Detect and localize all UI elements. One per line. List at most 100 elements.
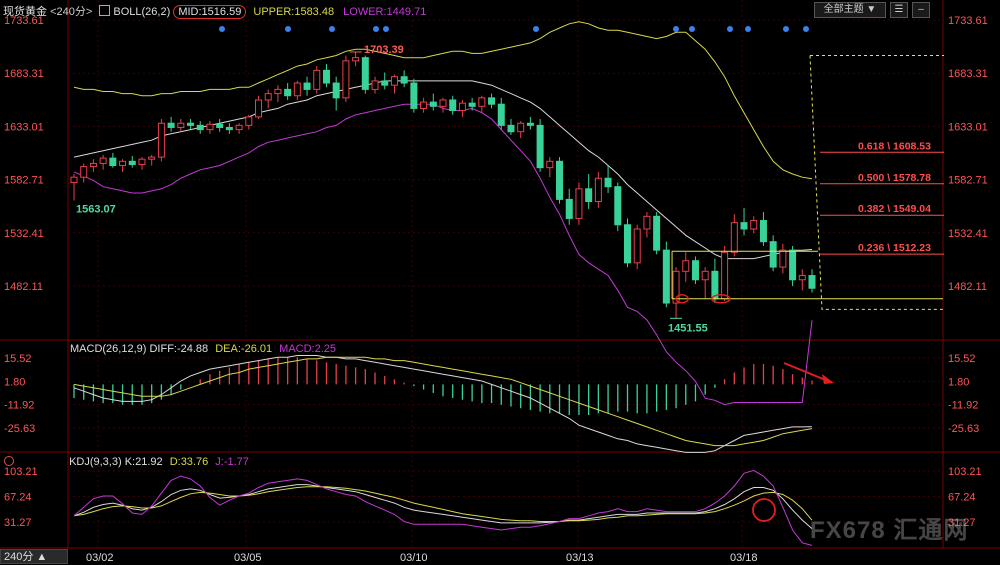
event-dot-icon xyxy=(219,26,225,32)
price-tick-label-right: 1582.71 xyxy=(948,175,988,187)
candle-body xyxy=(701,270,709,281)
kdj-settings-icon[interactable] xyxy=(4,456,14,466)
price-tick-label-left: 1683.31 xyxy=(4,68,44,80)
candle-body xyxy=(235,124,243,131)
event-dot-icon xyxy=(329,26,335,32)
candle-body xyxy=(808,275,816,289)
candle-body xyxy=(322,69,330,84)
candle-body xyxy=(594,177,602,203)
kdj-j-line xyxy=(73,469,813,546)
menu-button[interactable]: ☰ xyxy=(890,2,908,18)
candle-body xyxy=(138,158,146,165)
event-dot-icon xyxy=(373,26,379,32)
date-tick-label: 03/13 xyxy=(566,552,594,564)
kdj-k: K:21.92 xyxy=(124,456,163,468)
kdj-pane[interactable] xyxy=(73,469,813,546)
candle-body xyxy=(798,275,806,281)
candle-body xyxy=(216,123,224,128)
low-annotation-start: 1563.07 xyxy=(76,203,116,215)
fib-label: 0.236 \ 1512.23 xyxy=(858,242,931,254)
boll-label: BOLL(26,2) xyxy=(113,6,171,18)
candle-body xyxy=(303,82,311,90)
price-tick-label-right: 1683.31 xyxy=(948,68,988,80)
candle-body xyxy=(284,88,292,97)
candle-body xyxy=(361,57,369,90)
candle-body xyxy=(624,224,631,264)
macd-tick-label-left: 1.80 xyxy=(4,376,25,388)
candle-body xyxy=(439,99,447,107)
kdj-tick-label-right: 67.24 xyxy=(948,492,976,504)
candle-body xyxy=(536,124,544,169)
period-tab[interactable]: 240分 ▲ xyxy=(0,549,68,564)
candle-body xyxy=(789,249,797,281)
candle-body xyxy=(449,99,457,112)
candle-body xyxy=(80,166,88,178)
candle-body xyxy=(128,160,136,165)
price-header: 现货黄金 <240分> BOLL(26,2) MID:1516.59 UPPER… xyxy=(3,3,426,19)
event-dot-icon xyxy=(383,26,389,32)
event-dot-icon xyxy=(285,26,291,32)
candle-body xyxy=(458,102,466,112)
period-label: <240分> xyxy=(50,6,93,18)
event-dot-icon xyxy=(783,26,789,32)
candle-body xyxy=(488,97,496,105)
candle-body xyxy=(196,124,204,131)
candle-body xyxy=(556,160,564,200)
macd-header: MACD(26,12,9) DIFF:-24.88 DEA:-26.01 MAC… xyxy=(70,343,336,355)
high-annotation: 1703.39 xyxy=(364,44,404,56)
macd-dea-line xyxy=(73,356,813,447)
candle-body xyxy=(478,97,486,107)
fib-label: 0.382 \ 1549.04 xyxy=(858,203,931,215)
macd-tick-label-right: -11.92 xyxy=(948,400,978,412)
candle-body xyxy=(157,122,165,158)
candle-body xyxy=(332,82,340,99)
candle-body xyxy=(264,93,272,101)
theme-dropdown[interactable]: 全部主题 ▼ xyxy=(814,2,886,18)
candle-body xyxy=(293,82,301,97)
candle-body xyxy=(614,186,622,226)
price-tick-label-left: 1633.01 xyxy=(4,121,44,133)
candle-body xyxy=(371,80,379,90)
price-tick-label-left: 1532.41 xyxy=(4,228,44,240)
boll-lower-line xyxy=(73,103,813,406)
fib-label: 0.618 \ 1608.53 xyxy=(858,140,931,152)
event-dot-icon xyxy=(745,26,751,32)
minimize-button[interactable]: – xyxy=(912,2,930,18)
kdj-header: KDJ(9,3,3) K:21.92 D:33.76 J:-1.77 xyxy=(4,456,249,468)
kdj-j: J:-1.77 xyxy=(215,456,249,468)
candle-body xyxy=(274,88,282,95)
event-dot-icon xyxy=(803,26,809,32)
symbol-name: 现货黄金 xyxy=(3,6,47,18)
macd-tick-label-right: -25.63 xyxy=(948,423,979,435)
price-tick-label-right: 1733.61 xyxy=(948,15,988,27)
candle-body xyxy=(342,60,350,99)
fib-label: 0.500 \ 1578.78 xyxy=(858,172,931,184)
candle-body xyxy=(70,176,78,183)
macd-pane[interactable] xyxy=(73,355,813,453)
arrow-head-icon xyxy=(822,374,834,384)
candle-body xyxy=(721,251,729,300)
event-dot-icon xyxy=(689,26,695,32)
price-tick-label-left: 1582.71 xyxy=(4,175,44,187)
price-tick-label-right: 1633.01 xyxy=(948,121,988,133)
candle-body xyxy=(585,188,593,203)
candle-body xyxy=(662,249,670,304)
candle-body xyxy=(526,122,534,126)
price-tick-label-right: 1482.11 xyxy=(948,281,987,293)
candle-body xyxy=(546,160,554,169)
candle-body xyxy=(643,215,651,230)
candle-body xyxy=(109,157,117,167)
candle-body xyxy=(177,122,185,128)
kdj-d-line xyxy=(73,486,813,522)
kdj-tick-label-left: 31.27 xyxy=(4,517,32,529)
price-tick-label-left: 1482.11 xyxy=(4,281,43,293)
candle-body xyxy=(653,215,661,251)
candle-body xyxy=(206,123,214,131)
candle-body xyxy=(429,101,437,107)
macd-diff: DIFF:-24.88 xyxy=(149,343,209,355)
axes: 1482.11 1482.11 1532.41 1532.41 1582.71 1582.… xyxy=(4,15,988,564)
candle-body xyxy=(245,116,253,126)
candle-body xyxy=(352,57,360,62)
candle-body xyxy=(750,220,758,230)
candle-body xyxy=(119,160,127,167)
